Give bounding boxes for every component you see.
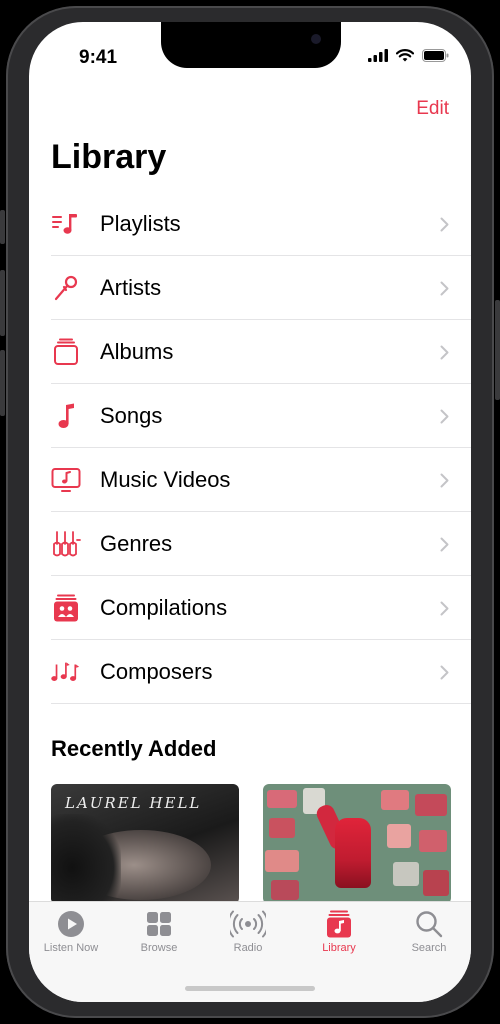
library-item-label: Composers <box>100 659 213 684</box>
library-item-playlists[interactable]: Playlists <box>29 192 471 256</box>
page-title: Library <box>51 138 167 176</box>
power-button <box>495 300 500 400</box>
grid-icon <box>147 912 171 936</box>
album-art-block <box>423 870 449 896</box>
genres-icon <box>51 529 81 559</box>
search-icon <box>416 911 443 938</box>
album-art-block <box>415 794 447 816</box>
album-cover-laurel-hell[interactable]: LAUREL HELL <box>51 784 239 904</box>
library-item-label: Albums <box>100 339 174 364</box>
status-time: 9:41 <box>79 47 118 68</box>
volume-up-button <box>0 270 5 336</box>
tab-search[interactable]: Search <box>387 910 471 954</box>
mute-switch <box>0 210 5 244</box>
library-item-label: Artists <box>100 275 162 300</box>
music-note-icon <box>51 401 81 431</box>
album-cover-text: LAUREL HELL <box>65 794 202 812</box>
tab-label: Listen Now <box>43 942 99 954</box>
cellular-signal-icon <box>368 49 388 62</box>
library-item-artists[interactable]: Artists <box>29 256 471 320</box>
chevron-right-icon <box>440 409 449 423</box>
library-icon <box>327 910 351 938</box>
volume-down-button <box>0 350 5 416</box>
library-item-songs[interactable]: Songs <box>29 384 471 448</box>
edit-button[interactable]: Edit <box>416 98 449 120</box>
tab-label: Browse <box>140 942 178 954</box>
chevron-right-icon <box>440 473 449 487</box>
chevron-right-icon <box>440 601 449 615</box>
tab-library[interactable]: Library <box>297 910 381 954</box>
battery-icon <box>422 49 449 62</box>
library-item-label: Compilations <box>100 595 228 620</box>
recently-added-albums: LAUREL HELL <box>51 784 451 904</box>
radio-icon <box>230 910 266 938</box>
play-circle-icon <box>58 911 84 937</box>
composers-icon <box>51 657 81 687</box>
album-art-block <box>271 880 299 900</box>
library-item-composers[interactable]: Composers <box>29 640 471 704</box>
album-art-block <box>265 850 299 872</box>
chevron-right-icon <box>440 217 449 231</box>
library-list: Playlists Artists Albums Songs Music Vid… <box>29 192 471 704</box>
tab-browse[interactable]: Browse <box>117 910 201 954</box>
library-item-label: Music Videos <box>100 467 231 492</box>
albums-icon <box>51 337 81 367</box>
library-item-compilations[interactable]: Compilations <box>29 576 471 640</box>
tab-label: Library <box>322 942 356 954</box>
library-item-label: Genres <box>100 531 173 556</box>
music-video-icon <box>51 465 81 495</box>
album-cover-2[interactable] <box>263 784 451 904</box>
chevron-right-icon <box>440 345 449 359</box>
album-art-block <box>269 818 295 838</box>
wifi-icon <box>396 49 414 62</box>
album-art-hair <box>51 814 121 904</box>
album-art-block <box>381 790 409 810</box>
chevron-right-icon <box>440 281 449 295</box>
library-item-albums[interactable]: Albums <box>29 320 471 384</box>
album-art-block <box>393 862 419 886</box>
library-item-label: Songs <box>100 403 163 428</box>
album-art-block <box>419 830 447 852</box>
library-item-genres[interactable]: Genres <box>29 512 471 576</box>
microphone-icon <box>51 273 81 303</box>
notch <box>161 22 341 68</box>
tab-listen-now[interactable]: Listen Now <box>29 910 113 954</box>
playlists-icon <box>51 209 81 239</box>
screen: 9:41 Edit Library Playlists Artists Albu… <box>29 22 471 1002</box>
recently-added-title: Recently Added <box>51 736 217 761</box>
divider <box>51 703 471 704</box>
tab-label: Radio <box>233 942 263 954</box>
home-indicator <box>185 986 315 991</box>
album-art-block <box>267 790 297 808</box>
album-art-block <box>387 824 411 848</box>
chevron-right-icon <box>440 537 449 551</box>
front-camera <box>311 34 321 44</box>
tab-radio[interactable]: Radio <box>206 910 290 954</box>
library-item-music-videos[interactable]: Music Videos <box>29 448 471 512</box>
library-item-label: Playlists <box>100 211 181 236</box>
tab-label: Search <box>411 942 447 954</box>
status-icons <box>368 49 449 62</box>
compilations-icon <box>51 593 81 623</box>
chevron-right-icon <box>440 665 449 679</box>
album-art-figure <box>335 818 371 888</box>
